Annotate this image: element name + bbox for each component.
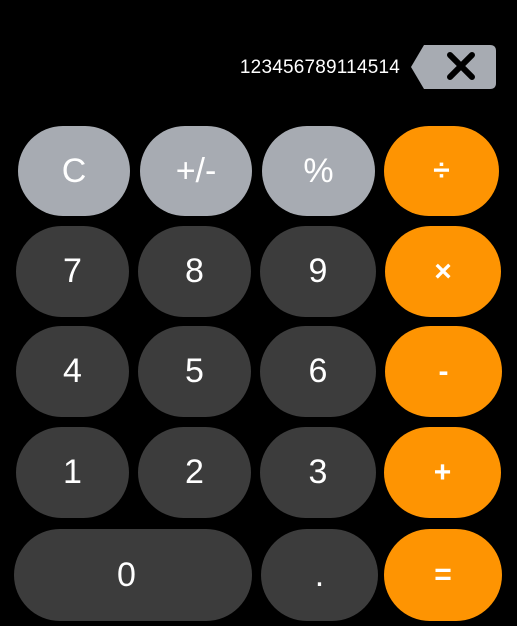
add-button[interactable]: +	[384, 427, 501, 518]
decimal-button[interactable]: .	[261, 529, 378, 621]
digit-9-button[interactable]: 9	[260, 226, 376, 317]
negate-button[interactable]: +/-	[140, 126, 252, 216]
digit-0-button[interactable]: 0	[14, 529, 252, 621]
digit-5-button[interactable]: 5	[138, 326, 251, 417]
display-value: 123456789114514	[239, 57, 400, 78]
equals-button[interactable]: =	[384, 529, 502, 621]
display-area: 123456789114514	[0, 40, 517, 94]
subtract-button[interactable]: -	[385, 326, 502, 417]
digit-2-button[interactable]: 2	[138, 427, 251, 518]
percent-button[interactable]: %	[262, 126, 375, 216]
clear-button[interactable]: C	[18, 126, 130, 216]
digit-4-button[interactable]: 4	[16, 326, 129, 417]
digit-6-button[interactable]: 6	[260, 326, 376, 417]
backspace-icon	[411, 45, 496, 89]
multiply-button[interactable]: ×	[385, 226, 501, 317]
backspace-button[interactable]	[410, 43, 498, 91]
digit-7-button[interactable]: 7	[16, 226, 129, 317]
digit-3-button[interactable]: 3	[260, 427, 376, 518]
digit-8-button[interactable]: 8	[138, 226, 251, 317]
divide-button[interactable]: ÷	[384, 126, 499, 216]
digit-1-button[interactable]: 1	[16, 427, 129, 518]
